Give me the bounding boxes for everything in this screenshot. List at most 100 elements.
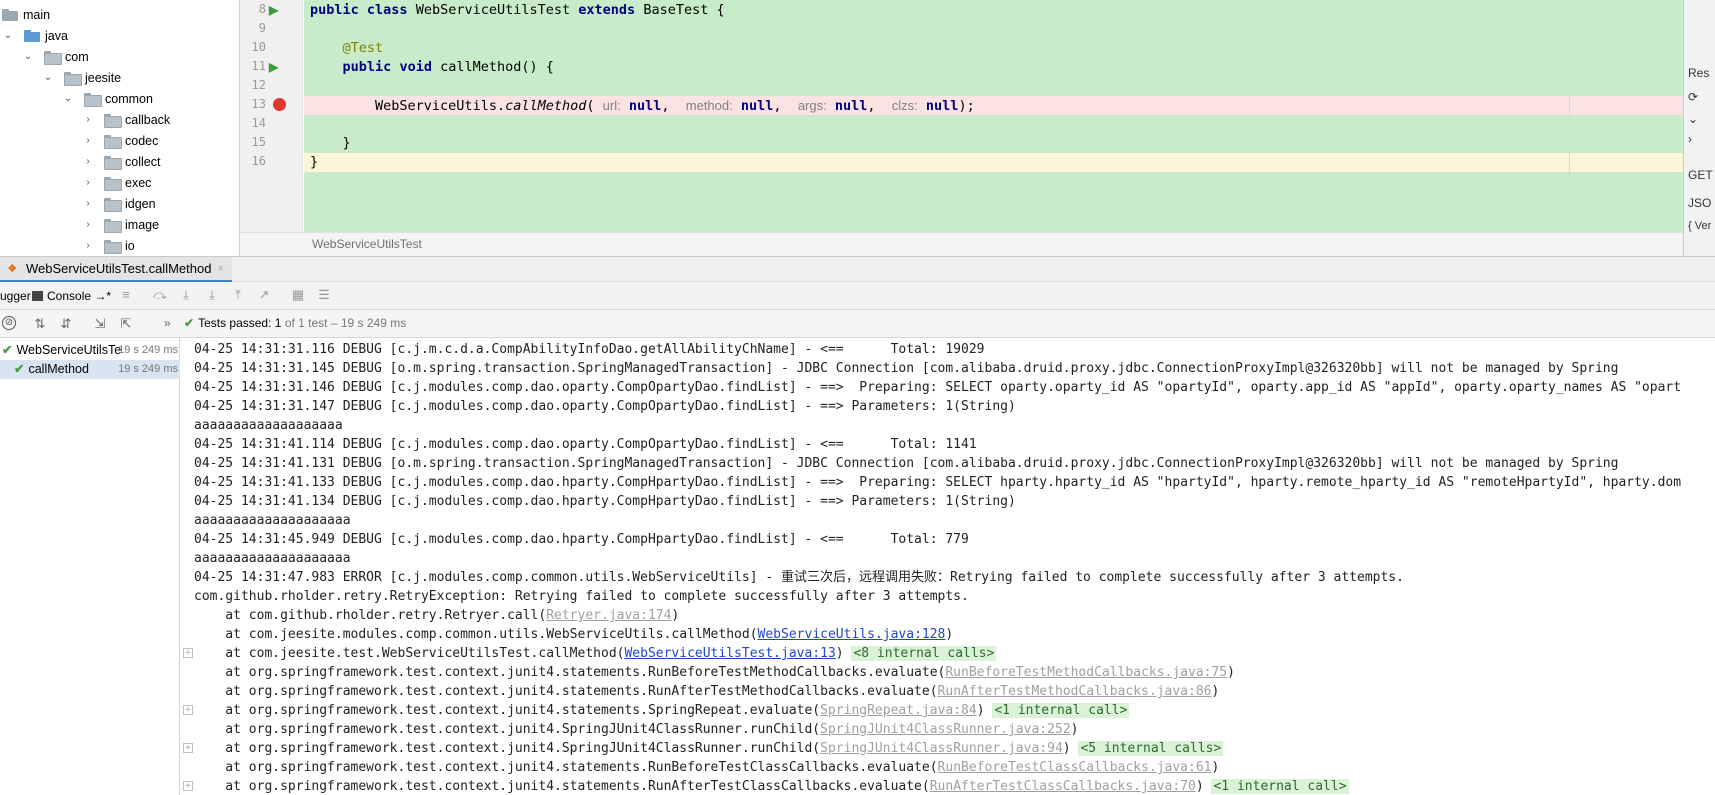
internal-calls-badge[interactable]: <5 internal calls> [1078,741,1224,756]
console-icon [32,291,43,301]
expand-all-icon[interactable]: ⇲ [92,316,108,332]
source-link[interactable]: RunBeforeTestMethodCallbacks.java:75 [945,665,1227,680]
internal-calls-badge[interactable]: <1 internal call> [992,703,1130,718]
console-line: aaaaaaaaaaaaaaaaaaaa [194,513,351,528]
fold-toggle-icon[interactable]: + [183,705,193,715]
stack-frame-text: at org.springframework.test.context.juni… [194,703,821,718]
chevron-right-icon[interactable]: › [82,135,94,147]
side-panel-label[interactable]: Res [1688,66,1709,80]
console-line: 04-25 14:31:31.147 DEBUG [c.j.modules.co… [194,399,1016,414]
stack-frame: at org.springframework.test.context.juni… [194,720,1078,739]
console-line: 04-25 14:31:41.134 DEBUG [c.j.modules.co… [194,494,1016,509]
package-icon [64,71,82,86]
tree-item-com[interactable]: ⌄ com [22,46,89,67]
line-number: 13 [251,97,266,111]
source-link[interactable]: RunAfterTestMethodCallbacks.java:86 [938,684,1212,699]
side-panel-label[interactable]: GET [1688,168,1713,182]
chevron-down-icon[interactable]: ⌄ [2,30,14,42]
source-link[interactable]: Retryer.java:174 [546,608,671,623]
code-area[interactable]: public class WebServiceUtilsTest extends… [304,0,1683,232]
internal-calls-badge[interactable]: <1 internal call> [1211,779,1349,794]
console-output[interactable]: 04-25 14:31:31.116 DEBUG [c.j.m.c.d.a.Co… [181,338,1715,795]
source-link[interactable]: WebServiceUtils.java:128 [758,627,946,642]
fold-toggle-icon[interactable]: + [183,648,193,658]
chevron-right-icon[interactable]: › [82,219,94,231]
tree-item-callback[interactable]: › callback [82,109,170,130]
tab-console-suffix: →* [94,289,112,303]
tree-item-collect[interactable]: › collect [82,151,160,172]
chevron-right-icon[interactable]: › [82,156,94,168]
line-number: 14 [251,116,266,130]
stack-frame: at org.springframework.test.context.juni… [194,682,1219,701]
chevron-right-icon[interactable]: › [82,177,94,189]
console-line: aaaaaaaaaaaaaaaaaaa [194,418,343,433]
close-icon[interactable]: × [217,263,223,275]
source-link[interactable]: SpringJUnit4ClassRunner.java:94 [820,741,1063,756]
chevron-down-icon[interactable]: ⌄ [1688,112,1698,126]
console-line: 04-25 14:31:31.145 DEBUG [o.m.spring.tra… [194,361,1619,376]
breadcrumb-item[interactable]: WebServiceUtilsTest [312,237,422,251]
tab-debugger[interactable]: ugger [0,286,31,306]
console-line: 04-25 14:31:47.983 ERROR [c.j.modules.co… [194,570,1404,585]
chevron-right-icon[interactable]: › [1688,132,1692,146]
tree-item-io[interactable]: › io [82,235,135,256]
tests-passed-detail: of 1 test – 19 s 249 ms [284,316,407,330]
tree-item-idgen[interactable]: › idgen [82,193,156,214]
run-to-cursor-icon[interactable]: ↗ [256,287,272,303]
evaluate-icon[interactable]: ▦ [290,287,306,303]
tree-item-jeesite[interactable]: ⌄ jeesite [42,67,121,88]
step-into-icon[interactable]: ⤓ [178,287,194,303]
chevron-right-icon[interactable]: › [82,198,94,210]
package-icon [44,50,62,65]
tree-item-image[interactable]: › image [82,214,159,235]
breakpoint-icon[interactable] [273,98,286,111]
run-test-icon[interactable]: ▶ [269,60,283,74]
sort-alpha-icon[interactable]: ⇅ [32,316,48,332]
side-panel-label[interactable]: JSO [1688,196,1711,210]
step-out-icon[interactable]: ⤒ [230,287,246,303]
chevron-right-icon[interactable]: › [82,240,94,252]
source-link[interactable]: RunAfterTestClassCallbacks.java:70 [930,779,1196,794]
editor-gutter[interactable]: 8 9 10 11 12 13 14 15 16 ▶ ▶ [240,0,303,232]
chevron-down-icon[interactable]: ⌄ [62,93,74,105]
ide-window: main ⌄ java ⌄ com ⌄ jeesite ⌄ common › c… [0,0,1715,795]
source-link[interactable]: RunBeforeTestClassCallbacks.java:61 [938,760,1212,775]
tree-item-label: callback [125,112,171,127]
sort-duration-icon[interactable]: ⇵ [58,316,74,332]
fold-toggle-icon[interactable]: + [183,743,193,753]
tree-item-java[interactable]: ⌄ java [2,25,68,46]
menu-icon[interactable]: ≡ [118,287,134,303]
fold-toggle-icon[interactable]: + [183,781,193,791]
test-suite-row[interactable]: ✔ WebServiceUtilsTe 19 s 249 ms [0,341,180,360]
more-icon[interactable]: » [164,316,171,330]
test-case-row[interactable]: ✔ callMethod 19 s 249 ms [0,360,180,379]
trace-icon[interactable]: ☰ [316,287,332,303]
chevron-down-icon[interactable]: ⌄ [42,72,54,84]
force-step-into-icon[interactable]: ⤓ [204,287,220,303]
tree-item-main[interactable]: main [2,4,50,25]
source-link[interactable]: SpringRepeat.java:84 [820,703,977,718]
run-tab[interactable]: ◆ WebServiceUtilsTest.callMethod × [0,257,232,282]
refresh-icon[interactable]: ⟳ [1688,90,1698,104]
tree-item-codec[interactable]: › codec [82,130,158,151]
chevron-right-icon[interactable]: › [82,114,94,126]
source-link[interactable]: WebServiceUtilsTest.java:13 [624,646,835,661]
code-editor[interactable]: 8 9 10 11 12 13 14 15 16 ▶ ▶ public clas… [240,0,1683,256]
run-test-icon[interactable]: ▶ [269,3,283,17]
test-duration: 19 s 249 ms [118,344,178,356]
tab-console[interactable]: Console →* [32,286,111,306]
stack-frame-text: at org.springframework.test.context.juni… [194,741,821,756]
stack-frame-text: at org.springframework.test.context.juni… [194,665,946,680]
source-link[interactable]: SpringJUnit4ClassRunner.java:252 [820,722,1070,737]
chevron-down-icon[interactable]: ⌄ [22,51,34,63]
console-line: 04-25 14:31:45.949 DEBUG [c.j.modules.co… [194,532,969,547]
test-status-bar: ⊘ ⇅ ⇵ ⇲ ⇱ » ✔ Tests passed: 1 of 1 test –… [0,310,1715,338]
tree-item-label: main [23,7,51,22]
tree-item-exec[interactable]: › exec [82,172,151,193]
stop-icon[interactable]: ⊘ [2,316,16,330]
breadcrumb[interactable]: WebServiceUtilsTest [240,232,1683,256]
collapse-all-icon[interactable]: ⇱ [118,316,134,332]
internal-calls-badge[interactable]: <8 internal calls> [851,646,997,661]
tree-item-common[interactable]: ⌄ common [62,88,153,109]
step-over-icon[interactable]: ⤼ [152,287,168,303]
